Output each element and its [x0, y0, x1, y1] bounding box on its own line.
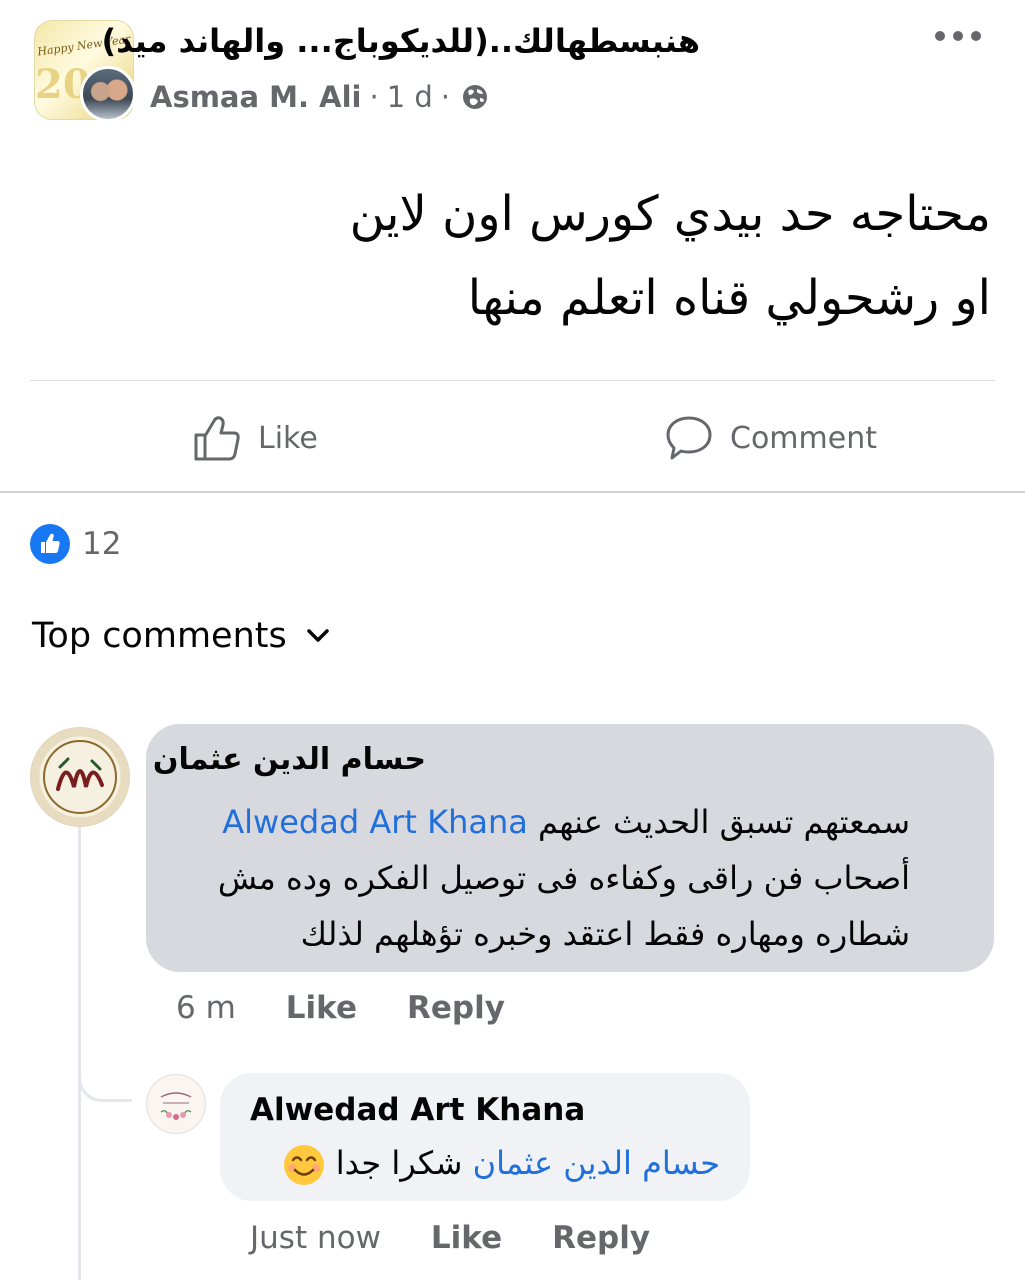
section-divider: [0, 491, 1025, 493]
comment-time[interactable]: 6 m: [176, 990, 236, 1026]
reply-text: حسام الدين عثمان شكرا جدا: [250, 1140, 720, 1187]
commenter-avatar[interactable]: [30, 727, 130, 827]
divider: [30, 380, 995, 381]
comment-label: Comment: [730, 420, 877, 456]
comment-actions: 6 m Like Reply: [176, 990, 555, 1026]
post-meta: Asmaa M. Ali · 1 d ·: [150, 80, 490, 114]
reply-like-button[interactable]: Like: [431, 1220, 502, 1256]
calligraphy-icon: [43, 740, 117, 814]
more-options-icon[interactable]: [930, 22, 986, 50]
like-label: Like: [258, 420, 318, 456]
comment-like-button[interactable]: Like: [286, 990, 357, 1026]
chevron-down-icon: [306, 629, 329, 642]
like-button[interactable]: Like: [192, 410, 318, 466]
comment-button[interactable]: Comment: [664, 410, 877, 466]
meta-separator: ·: [440, 80, 450, 114]
comment-line: شطاره ومهاره فقط اعتقد وخبره تؤهلهم لذلك: [300, 915, 910, 953]
post-text-line: او رشحولي قناه اتعلم منها: [467, 270, 991, 326]
reply-connector: [78, 1054, 132, 1102]
reply-message: شكرا جدا: [335, 1144, 463, 1182]
comment-sort-dropdown[interactable]: Top comments: [32, 616, 329, 656]
meta-separator: ·: [369, 80, 379, 114]
post-time[interactable]: 1 d: [387, 80, 433, 114]
author-avatar[interactable]: [80, 66, 136, 122]
comment-line: سمعتهم تسبق الحديث عنهم Alwedad Art Khan…: [176, 794, 910, 850]
reaction-count: 12: [82, 526, 122, 562]
group-name[interactable]: هنبسطهالك..(للديكوباج... والهاند ميد): [101, 22, 700, 60]
post-text: محتاجه حد بيدي كورس اون لاين او رشحولي ق…: [51, 172, 991, 340]
like-reaction-icon: [30, 524, 70, 564]
thumbs-up-icon: [41, 533, 60, 553]
reply-actions: Just now Like Reply: [250, 1220, 700, 1256]
post-text-line: محتاجه حد بيدي كورس اون لاين: [349, 186, 991, 242]
reply-avatar[interactable]: [146, 1074, 206, 1134]
comment-text: سمعتهم تسبق الحديث عنهم Alwedad Art Khan…: [176, 794, 910, 962]
globe-icon: [462, 85, 487, 109]
floral-logo-icon: [160, 1092, 192, 1120]
comment-line-text: سمعتهم تسبق الحديث عنهم: [538, 803, 910, 841]
reply-author-name[interactable]: Alwedad Art Khana: [250, 1092, 585, 1128]
mention-link[interactable]: Alwedad Art Khana: [222, 803, 528, 841]
thread-line: [78, 800, 81, 1280]
reply-reply-button[interactable]: Reply: [552, 1220, 650, 1256]
comment-line: أصحاب فن راقى وكفاءه فى توصيل الفكره وده…: [217, 859, 910, 897]
mention-link[interactable]: حسام الدين عثمان: [473, 1144, 720, 1182]
thumbs-up-icon: [194, 416, 240, 461]
reply-time[interactable]: Just now: [250, 1220, 381, 1256]
reactions-summary[interactable]: 12: [30, 524, 121, 564]
comment-icon: [666, 416, 712, 460]
smiling-face-icon: [283, 1145, 324, 1185]
author-name[interactable]: Asmaa M. Ali: [150, 80, 361, 114]
comment-sort-label: Top comments: [32, 616, 287, 656]
commenter-name[interactable]: حسام الدين عثمان: [153, 742, 426, 777]
comment-reply-button[interactable]: Reply: [407, 990, 505, 1026]
